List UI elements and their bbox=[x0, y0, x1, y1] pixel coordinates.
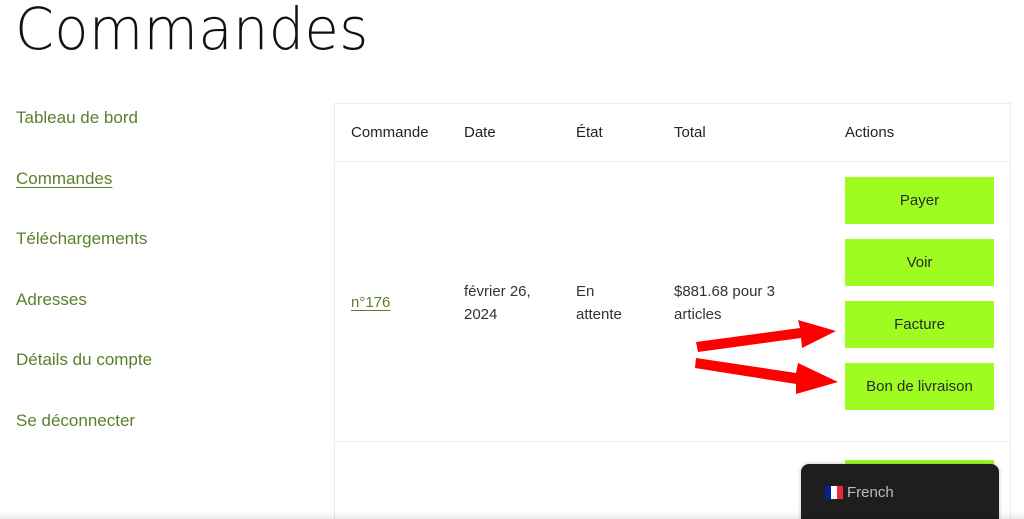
page-title: Commandes bbox=[15, 0, 369, 63]
sidebar-item-label: Détails du compte bbox=[16, 350, 153, 369]
orders-table: Commande Date État Total Actions n°176 f… bbox=[334, 103, 1011, 519]
sidebar-item-label: Commandes bbox=[16, 168, 113, 188]
order-date: février 26, 2024 bbox=[464, 280, 531, 326]
column-header-date: Date bbox=[464, 124, 496, 141]
sidebar-item-label: Se déconnecter bbox=[16, 410, 136, 430]
sidebar-item-logout[interactable]: Se déconnecter bbox=[16, 409, 306, 470]
column-header-status: État bbox=[576, 124, 603, 141]
delivery-note-button[interactable]: Bon de livraison bbox=[845, 363, 994, 410]
sidebar-item-account-details[interactable]: Détails du compte bbox=[16, 348, 306, 409]
order-total-line: articles bbox=[674, 306, 722, 323]
pay-button[interactable]: Payer bbox=[845, 177, 994, 224]
language-switcher[interactable]: French bbox=[801, 464, 999, 519]
table-header: Commande Date État Total Actions bbox=[335, 104, 1010, 162]
column-header-order: Commande bbox=[351, 124, 429, 141]
france-flag-icon bbox=[825, 486, 843, 499]
account-navigation: Tableau de bord Commandes Téléchargement… bbox=[16, 106, 306, 469]
sidebar-item-orders[interactable]: Commandes bbox=[16, 167, 306, 228]
order-date-line: 2024 bbox=[464, 306, 498, 323]
view-button[interactable]: Voir bbox=[845, 239, 994, 286]
sidebar-item-dashboard[interactable]: Tableau de bord bbox=[16, 106, 306, 167]
language-label: French bbox=[847, 484, 894, 501]
order-status-line: attente bbox=[576, 306, 622, 323]
order-number-link[interactable]: n°176 bbox=[351, 294, 390, 311]
order-status-line: En bbox=[576, 283, 595, 300]
sidebar-item-label: Téléchargements bbox=[16, 229, 148, 248]
sidebar-item-label: Adresses bbox=[16, 289, 87, 309]
column-header-actions: Actions bbox=[845, 124, 895, 141]
sidebar-item-addresses[interactable]: Adresses bbox=[16, 288, 306, 349]
sidebar-item-label: Tableau de bord bbox=[16, 108, 138, 127]
sidebar-item-downloads[interactable]: Téléchargements bbox=[16, 227, 306, 288]
order-total: $881.68 pour 3 articles bbox=[674, 280, 775, 326]
column-header-total: Total bbox=[674, 124, 706, 141]
order-date-line: février 26, bbox=[464, 283, 531, 300]
order-total-line: $881.68 pour 3 bbox=[674, 283, 775, 300]
table-row: n°176 février 26, 2024 En attente $881.6… bbox=[335, 161, 1010, 442]
invoice-button[interactable]: Facture bbox=[845, 301, 994, 348]
order-status: En attente bbox=[576, 280, 622, 326]
